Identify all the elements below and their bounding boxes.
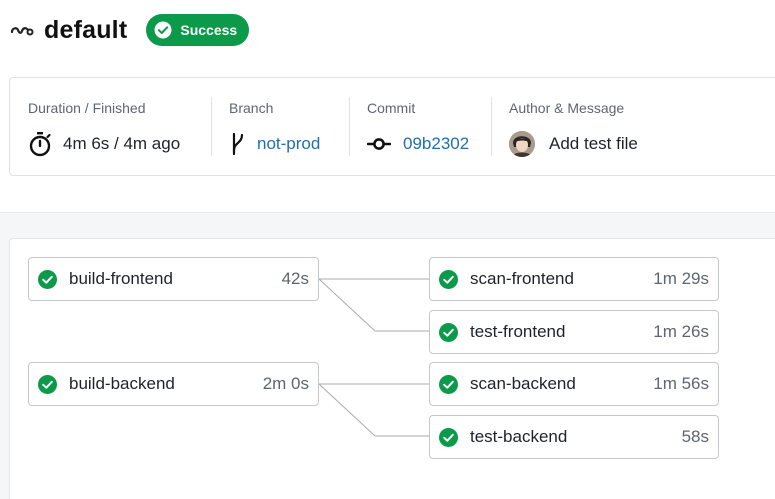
job-test-frontend[interactable]: test-frontend 1m 26s: [429, 310, 719, 354]
job-name: build-backend: [69, 374, 175, 393]
duration-value: 4m 6s / 4m ago: [63, 134, 181, 153]
run-info-card: Duration / Finished 4m 6s / 4m ago Branc…: [9, 77, 775, 176]
job-name: scan-backend: [470, 374, 576, 393]
status-badge: Success: [146, 14, 250, 46]
check-circle-icon: [154, 21, 172, 39]
git-commit-icon: [367, 138, 391, 150]
author-section: Author & Message Add test file: [491, 78, 775, 175]
page-title: default: [44, 15, 128, 44]
check-circle-icon: [439, 269, 458, 289]
commit-section: Commit 09b2302: [349, 78, 491, 175]
job-name: test-frontend: [470, 322, 566, 341]
avatar[interactable]: [509, 131, 535, 157]
check-circle-icon: [439, 374, 458, 394]
git-branch-icon: [232, 132, 244, 156]
branch-link[interactable]: not-prod: [257, 134, 320, 154]
avatar-image: [509, 131, 535, 157]
commit-link[interactable]: 09b2302: [403, 134, 469, 154]
job-duration: 1m 29s: [653, 269, 709, 288]
stopwatch-icon: [29, 132, 51, 157]
job-duration: 2m 0s: [262, 374, 309, 393]
check-circle-icon: [439, 322, 458, 342]
job-name: test-backend: [470, 427, 568, 446]
job-scan-frontend[interactable]: scan-frontend 1m 29s: [429, 257, 719, 301]
job-duration: 1m 56s: [653, 374, 709, 393]
job-test-backend[interactable]: test-backend 58s: [429, 415, 719, 459]
job-build-backend[interactable]: build-backend 2m 0s: [28, 362, 319, 406]
branch-section: Branch not-prod: [211, 78, 349, 175]
check-circle-icon: [38, 269, 57, 289]
job-duration: 58s: [681, 427, 709, 446]
job-name: scan-frontend: [470, 269, 574, 288]
branch-label: Branch: [229, 100, 274, 116]
job-build-frontend[interactable]: build-frontend 42s: [28, 257, 319, 301]
job-duration: 1m 26s: [653, 322, 709, 341]
commit-message: Add test file: [549, 134, 638, 153]
pipeline-run-page: default Success Duration / Finished 4m 6…: [0, 0, 775, 499]
duration-section: Duration / Finished 4m 6s / 4m ago: [10, 78, 211, 175]
commit-label: Commit: [367, 100, 416, 116]
job-name: build-frontend: [69, 269, 173, 288]
pipeline-icon: [10, 27, 34, 36]
duration-label: Duration / Finished: [28, 100, 146, 116]
job-duration: 42s: [281, 269, 309, 288]
job-scan-backend[interactable]: scan-backend 1m 56s: [429, 362, 719, 406]
author-label: Author & Message: [509, 100, 625, 116]
status-badge-label: Success: [180, 22, 238, 38]
page-header: default Success: [10, 12, 250, 48]
check-circle-icon: [38, 374, 57, 394]
check-circle-icon: [439, 427, 458, 447]
